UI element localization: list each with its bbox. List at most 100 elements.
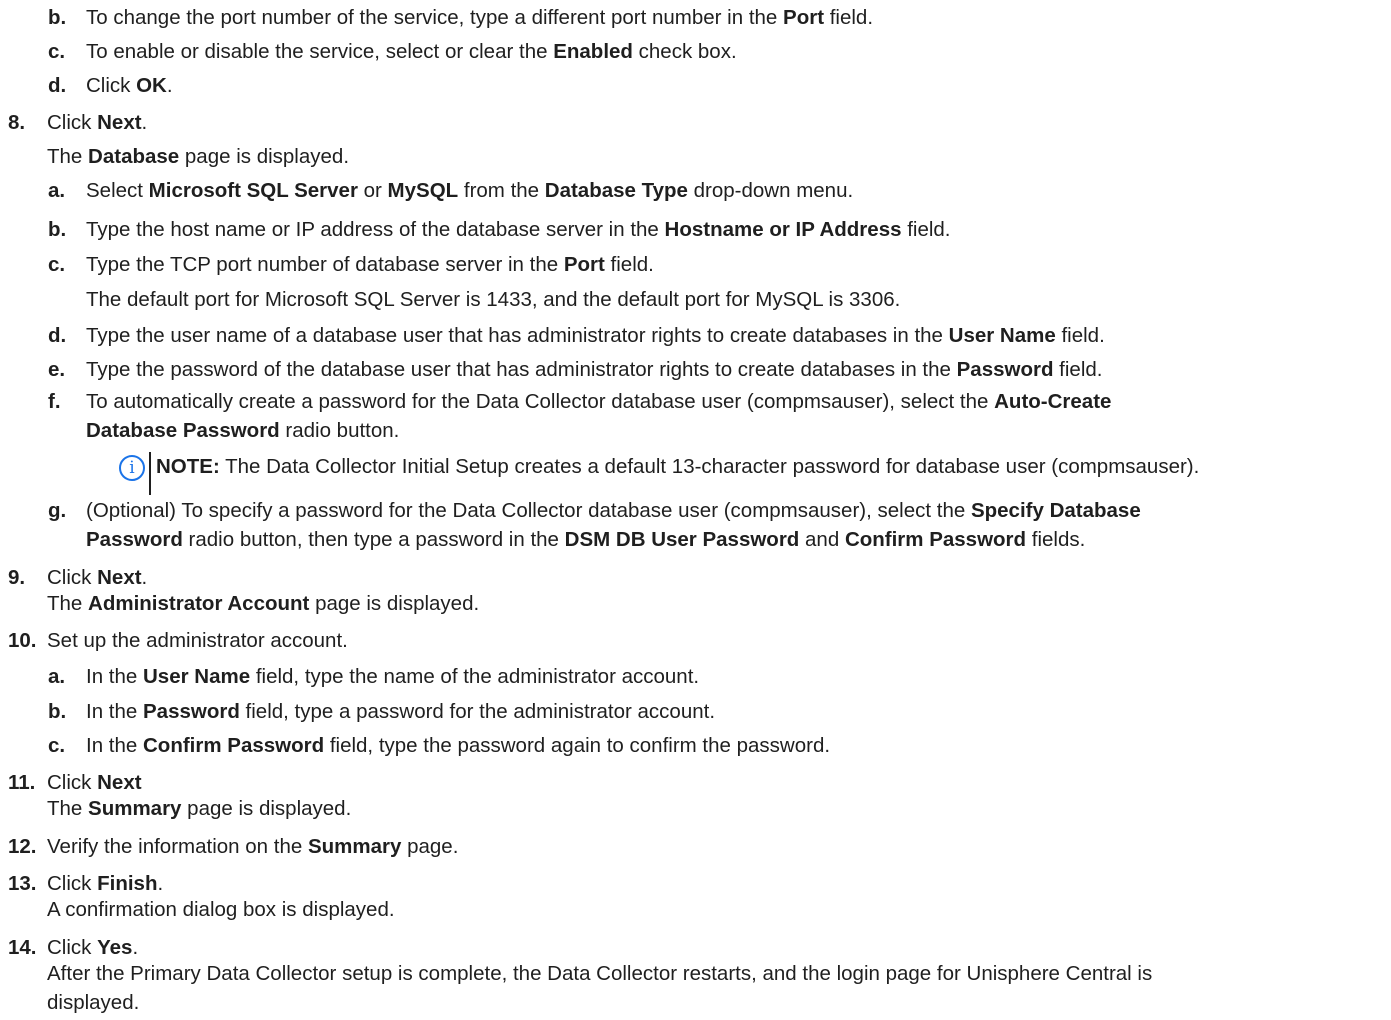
text-run: field, type the password again to confir… — [324, 734, 831, 757]
ui-term: User Name — [143, 665, 251, 688]
text-run: The — [47, 592, 89, 615]
step-text: Type the TCP port number of database ser… — [86, 252, 654, 278]
ui-term: Next — [97, 111, 142, 134]
ui-term: Hostname or IP Address — [664, 218, 902, 241]
ui-term: Password — [143, 700, 240, 723]
ui-term: NOTE: — [156, 455, 220, 478]
ui-term: Next — [97, 771, 142, 794]
step-text: To automatically create a password for t… — [86, 389, 1111, 415]
step-text: In the Password field, type a password f… — [86, 699, 715, 725]
step-text: The Summary page is displayed. — [47, 796, 351, 822]
step-text: (Optional) To specify a password for the… — [86, 498, 1141, 524]
ui-term: Summary — [307, 835, 402, 858]
text-run: field, type a password for the administr… — [239, 700, 716, 723]
step-text: Verify the information on the Summary pa… — [47, 834, 458, 860]
info-icon: i — [119, 455, 145, 481]
text-run: page is displayed. — [179, 145, 350, 168]
step-number: 12. — [8, 835, 37, 858]
text-run: Type the user name of a database user th… — [86, 324, 949, 347]
text-run: field, type the name of the administrato… — [250, 665, 700, 688]
step-text: A confirmation dialog box is displayed. — [47, 897, 395, 923]
ui-term: Summary — [88, 797, 182, 820]
text-run: from the — [458, 179, 545, 202]
ui-term: Finish — [97, 872, 158, 895]
ui-term: Database Password — [86, 419, 280, 442]
step-text: The Database page is displayed. — [47, 144, 349, 170]
step-text: The Administrator Account page is displa… — [47, 591, 479, 617]
note-text: NOTE: The Data Collector Initial Setup c… — [156, 454, 1199, 480]
text-run: To automatically create a password for t… — [86, 390, 995, 413]
text-run: field. — [1053, 358, 1103, 381]
text-run: Type the host name or IP address of the … — [86, 218, 665, 241]
text-run: field. — [824, 6, 874, 29]
ui-term: Administrator Account — [88, 592, 310, 615]
text-run: Type the password of the database user t… — [86, 358, 957, 381]
step-text: To change the port number of the service… — [86, 5, 873, 31]
ui-term: Auto-Create — [994, 390, 1112, 413]
text-run: . — [141, 111, 148, 134]
ui-term: Confirm Password — [143, 734, 325, 757]
step-number: c. — [48, 253, 66, 276]
step-number: b. — [48, 218, 67, 241]
step-text: Type the host name or IP address of the … — [86, 217, 951, 243]
step-number: 11. — [8, 771, 36, 794]
step-number: c. — [48, 40, 66, 63]
text-run: The — [47, 797, 89, 820]
text-run: page is displayed. — [309, 592, 480, 615]
step-number: d. — [48, 74, 67, 97]
ui-term: User Name — [948, 324, 1056, 347]
text-run: field. — [901, 218, 951, 241]
step-number: 10. — [8, 629, 37, 652]
text-run: The — [47, 145, 89, 168]
text-run: Click — [86, 74, 137, 97]
step-text: Click Yes. — [47, 935, 138, 961]
step-text: Click OK. — [86, 73, 173, 99]
step-text: Set up the administrator account. — [47, 628, 348, 654]
step-text: Select Microsoft SQL Server or MySQL fro… — [86, 178, 853, 204]
ui-term: Database — [88, 145, 180, 168]
step-number: a. — [48, 665, 66, 688]
ui-term: DSM DB User Password — [564, 528, 800, 551]
text-run: To enable or disable the service, select… — [86, 40, 554, 63]
ui-term: Password — [956, 358, 1054, 381]
step-text: Click Next. — [47, 565, 147, 591]
step-number: 14. — [8, 936, 37, 959]
step-text: To enable or disable the service, select… — [86, 39, 737, 65]
note-divider — [149, 452, 151, 495]
ui-term: OK — [136, 74, 167, 97]
text-run: In the — [86, 734, 143, 757]
ui-term: Next — [97, 566, 142, 589]
text-run: Click — [47, 111, 98, 134]
ui-term: Port — [563, 253, 605, 276]
step-text: In the User Name field, type the name of… — [86, 664, 699, 690]
text-run: Type the TCP port number of database ser… — [86, 253, 564, 276]
text-run: page. — [401, 835, 459, 858]
text-run: After the Primary Data Collector setup i… — [47, 962, 1153, 985]
text-run: Click — [47, 872, 98, 895]
text-run: check box. — [632, 40, 737, 63]
ui-term: Password — [86, 528, 183, 551]
step-text: Click Next — [47, 770, 142, 796]
step-text: In the Confirm Password field, type the … — [86, 733, 830, 759]
step-text: After the Primary Data Collector setup i… — [47, 961, 1152, 987]
text-run: Click — [47, 936, 98, 959]
text-run: . — [157, 872, 164, 895]
step-number: 8. — [8, 111, 26, 134]
text-run: page is displayed. — [181, 797, 352, 820]
ui-term: Microsoft SQL Server — [148, 179, 358, 202]
step-text: The default port for Microsoft SQL Serve… — [86, 287, 900, 313]
ui-term: Yes — [97, 936, 133, 959]
text-run: . — [132, 936, 139, 959]
step-number: f. — [48, 390, 61, 413]
ui-term: Specify Database — [970, 499, 1141, 522]
text-run: radio button. — [279, 419, 400, 442]
ui-term: Port — [783, 6, 825, 29]
text-run: Click — [47, 771, 98, 794]
step-number: c. — [48, 734, 66, 757]
text-run: drop-down menu. — [687, 179, 854, 202]
text-run: field. — [604, 253, 654, 276]
step-text: displayed. — [47, 990, 139, 1016]
text-run: . — [166, 74, 173, 97]
text-run: Select — [86, 179, 149, 202]
step-number: b. — [48, 700, 67, 723]
